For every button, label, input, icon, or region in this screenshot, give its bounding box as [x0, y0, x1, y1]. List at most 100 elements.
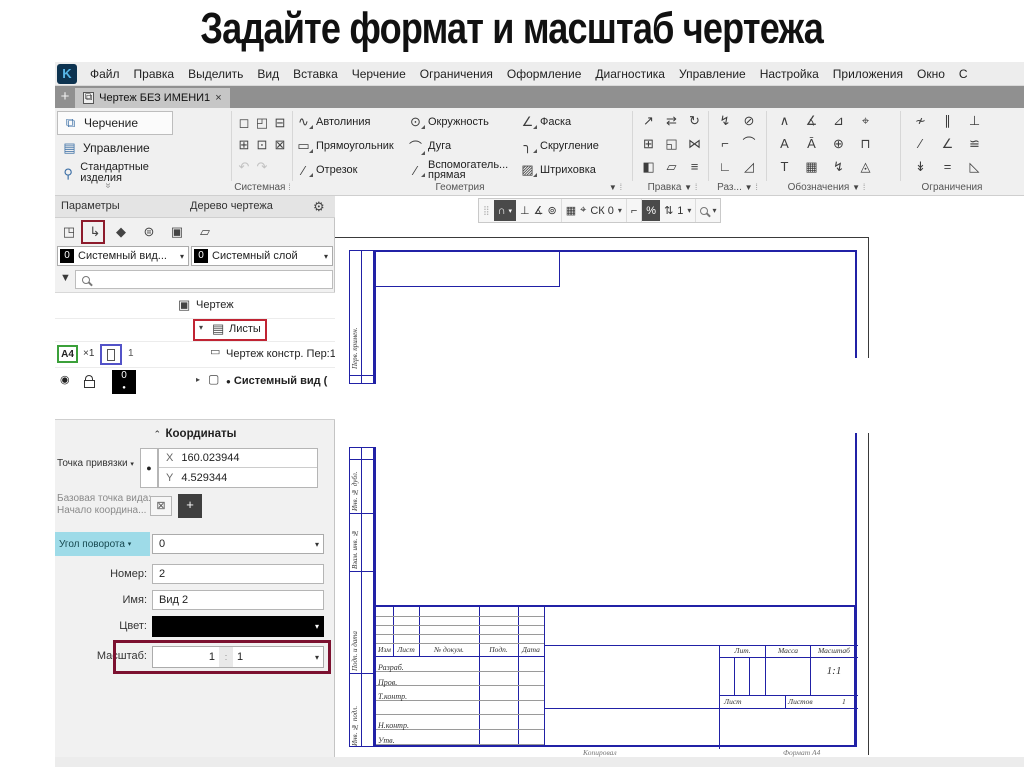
zoom-icon[interactable]: [700, 206, 709, 215]
menu-item[interactable]: Ограничения: [413, 67, 500, 81]
system-tool-icon[interactable]: ◰: [253, 112, 271, 134]
geometry-tool-button[interactable]: ∿ Автолиния: [295, 110, 407, 134]
grid-icon[interactable]: ▦: [566, 204, 576, 217]
anchor-point-selector[interactable]: ●: [140, 448, 158, 488]
mode-cherchenie-button[interactable]: ⧉ Черчение: [57, 111, 173, 135]
detail-view-icon[interactable]: ⊜: [138, 221, 160, 243]
tab-close-icon[interactable]: ×: [215, 92, 221, 104]
menu-item[interactable]: Правка: [127, 67, 182, 81]
annotation-tool-icon[interactable]: ⊓: [852, 133, 879, 156]
system-tool-icon[interactable]: ⊟: [271, 112, 289, 134]
menu-item[interactable]: Приложения: [826, 67, 910, 81]
edit-tool-icon[interactable]: ◱: [660, 133, 683, 156]
annotation-tool-icon[interactable]: A: [771, 133, 798, 156]
rotation-angle-label[interactable]: Угол поворота ▾: [55, 532, 150, 556]
coordinates-section-header[interactable]: ⌃ Координаты: [55, 424, 335, 442]
tab-drawing-tree[interactable]: Дерево чертежа: [190, 200, 273, 212]
tab-parameters[interactable]: Параметры: [61, 200, 120, 212]
system-tool-icon[interactable]: ⊞: [235, 134, 253, 156]
geometry-tool-button[interactable]: ╮ Скругление: [519, 134, 631, 158]
document-tab[interactable]: ⧉ Чертеж БЕЗ ИМЕНИ1 ×: [75, 88, 230, 108]
geometry-tool-button[interactable]: ⌒ Дуга: [407, 134, 519, 158]
sheet-format-badge[interactable]: A4: [57, 345, 78, 363]
current-layer-combo[interactable]: 0 Системный слой ▾: [191, 246, 333, 266]
menu-item[interactable]: Выделить: [181, 67, 250, 81]
constraint-tool-icon[interactable]: ≌: [961, 133, 988, 156]
create-view-icon[interactable]: ↳: [84, 221, 106, 243]
menu-item[interactable]: Вид: [250, 67, 286, 81]
tree-item-system-view[interactable]: ◉ 0 ● ▸ ▢ ● Системный вид (: [55, 367, 335, 395]
annotation-tool-icon[interactable]: ◬: [852, 156, 879, 179]
constraint-tool-icon[interactable]: ≁: [907, 110, 934, 133]
menu-item[interactable]: С: [952, 67, 975, 81]
base-point-reset-button[interactable]: ⊠: [150, 496, 172, 516]
annotation-tool-icon[interactable]: ▦: [798, 156, 825, 179]
number-field[interactable]: 2: [152, 564, 324, 584]
new-tab-button[interactable]: +: [55, 86, 75, 108]
annotation-tool-icon[interactable]: ↯: [825, 156, 852, 179]
gear-icon[interactable]: ⚙: [313, 199, 325, 215]
constraint-tool-icon[interactable]: =: [934, 156, 961, 179]
x-coordinate-field[interactable]: X 160.023944: [159, 449, 317, 468]
coordinate-system-label[interactable]: СК 0: [590, 205, 614, 217]
sheet-multiplier[interactable]: ×1: [83, 348, 94, 359]
lock-icon[interactable]: [84, 375, 95, 388]
annotation-tool-icon[interactable]: Ā: [798, 133, 825, 156]
edit-tool-icon[interactable]: ◧: [637, 156, 660, 179]
system-tool-icon[interactable]: ↶: [235, 156, 253, 178]
annotation-tool-icon[interactable]: T: [771, 156, 798, 179]
base-point-move-button[interactable]: +: [178, 494, 202, 518]
edit-tool-icon[interactable]: ↗: [637, 110, 660, 133]
geometry-tool-button[interactable]: ∕ Отрезок: [295, 158, 407, 182]
snap-perpendicular-icon[interactable]: ⊥: [520, 204, 530, 217]
chevron-down-icon[interactable]: ▾: [687, 206, 691, 215]
broken-view-icon[interactable]: ◆: [110, 221, 132, 243]
dimension-tool-icon[interactable]: ⌒: [737, 133, 761, 156]
toolbar-grip[interactable]: ⣿: [479, 199, 494, 222]
search-input[interactable]: [75, 270, 333, 289]
mode-upravlenie-button[interactable]: ▤ Управление: [57, 136, 173, 160]
expand-arrow-icon[interactable]: ▾: [199, 323, 203, 332]
y-coordinate-field[interactable]: Y 4.529344: [159, 468, 317, 487]
collapse-arrow-icon[interactable]: ▸: [196, 375, 200, 384]
edit-tool-icon[interactable]: ⊞: [637, 133, 660, 156]
rotation-angle-combo[interactable]: 0 ▾: [152, 534, 324, 554]
annotation-tool-icon[interactable]: ⊕: [825, 133, 852, 156]
rounding-icon[interactable]: ⌐: [631, 205, 637, 217]
step-value[interactable]: 1: [677, 205, 683, 217]
dimension-tool-icon[interactable]: ⌐: [713, 133, 737, 156]
geometry-tool-button[interactable]: ∠ Фаска: [519, 110, 631, 134]
app-logo-icon[interactable]: K: [57, 63, 77, 84]
drawing-canvas[interactable]: Перв. примен. Инв. № дубл. Взам. инв. № …: [335, 196, 1024, 757]
system-tool-icon[interactable]: ⊠: [271, 134, 289, 156]
step-icon[interactable]: ⇅: [664, 204, 673, 217]
menu-item[interactable]: Вставка: [286, 67, 345, 81]
new-view-icon[interactable]: ◳: [58, 221, 80, 243]
constraint-tool-icon[interactable]: ∠: [934, 133, 961, 156]
constraint-tool-icon[interactable]: ↡: [907, 156, 934, 179]
edit-tool-icon[interactable]: ⇄: [660, 110, 683, 133]
menu-item[interactable]: Окно: [910, 67, 952, 81]
chevron-down-icon[interactable]: ▾: [712, 206, 716, 215]
annotation-tool-icon[interactable]: ∧: [771, 110, 798, 133]
chevron-down-icon[interactable]: ▾: [618, 206, 622, 215]
ortho-mode-button[interactable]: %: [642, 200, 661, 221]
snap-magnet-button[interactable]: ∩ ▾: [493, 200, 517, 221]
geometry-tool-button[interactable]: ⊙ Окружность: [407, 110, 519, 134]
menu-item[interactable]: Черчение: [345, 67, 413, 81]
tree-item-sheets[interactable]: ▾ ▤ Листы: [55, 318, 335, 341]
tree-item-sheet[interactable]: A4 ×1 1 ▭ Чертеж констр. Пер:1: [55, 341, 336, 367]
portrait-orientation-icon[interactable]: [107, 349, 115, 361]
menu-item[interactable]: Настройка: [753, 67, 826, 81]
constraint-tool-icon[interactable]: ⁄: [907, 133, 934, 156]
filter-funnel-icon[interactable]: ▼: [60, 272, 71, 284]
frame-view-icon[interactable]: ▱: [194, 221, 216, 243]
geometry-tool-button[interactable]: ▨ Штриховка: [519, 158, 631, 182]
constraint-tool-icon[interactable]: ◺: [961, 156, 988, 179]
system-tool-icon[interactable]: ↷: [253, 156, 271, 178]
dimension-tool-icon[interactable]: ↯: [713, 110, 737, 133]
annotation-tool-icon[interactable]: ⌖: [852, 110, 879, 133]
name-field[interactable]: Вид 2: [152, 590, 324, 610]
system-tool-icon[interactable]: ◻: [235, 112, 253, 134]
system-tool-icon[interactable]: ⊡: [253, 134, 271, 156]
